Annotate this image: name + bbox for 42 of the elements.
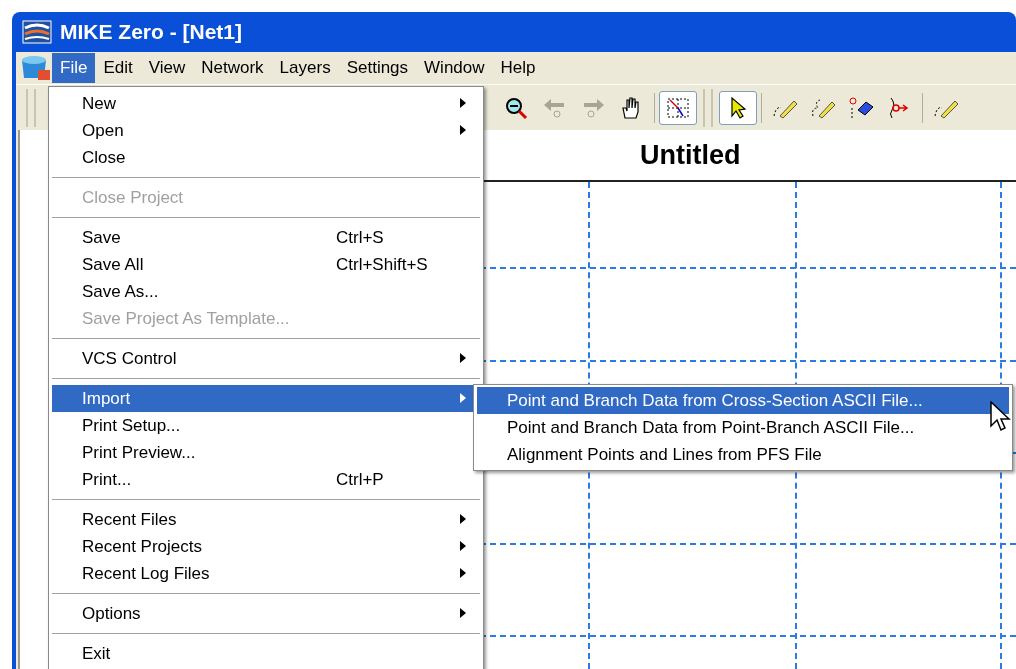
menu-item[interactable]: Edit [95,53,141,83]
menu-option[interactable]: Options [52,600,480,627]
menu-option[interactable]: New [52,90,480,117]
menu-option[interactable]: Point and Branch Data from Cross-Section ASCII File... [477,387,1009,414]
submenu-arrow-icon [460,541,466,551]
menu-item[interactable]: Window [416,53,493,83]
submenu-arrow-icon [460,568,466,578]
toolbar-grip[interactable] [26,88,36,127]
toolbar-grip[interactable] [703,88,713,127]
menu-option[interactable]: Save All Ctrl+Shift+S [52,251,480,278]
menu-option[interactable]: Save Ctrl+S [52,224,480,251]
menu-option[interactable]: Exit [52,640,480,667]
submenu-arrow-icon [460,514,466,524]
window-title: MIKE Zero - [Net1] [60,19,242,46]
shortcut-label: Ctrl+P [336,468,384,491]
shortcut-label: Ctrl+Shift+S [336,253,428,276]
menu-option[interactable]: Point and Branch Data from Point-Branch ASCII File... [477,414,1009,441]
menu-option[interactable]: Save As... [52,278,480,305]
menu-option[interactable]: Close [52,144,480,171]
menu-option[interactable]: Recent Projects [52,533,480,560]
menu-option[interactable]: Print... Ctrl+P [52,466,480,493]
menu-item[interactable]: View [140,53,194,83]
menu-option[interactable]: Recent Log Files [52,560,480,587]
menu-option[interactable]: Recent Files [52,506,480,533]
menu-option[interactable]: Open [52,117,480,144]
submenu-arrow-icon [460,353,466,363]
app-logo-icon [22,20,52,44]
canvas-title: Untitled [640,138,741,172]
submenu-arrow-icon [460,608,466,618]
pointer-icon[interactable] [719,90,757,125]
menu-item[interactable]: File [52,53,96,83]
menu-item[interactable]: Network [193,53,272,83]
submenu-arrow-icon [460,125,466,135]
menu-option[interactable]: VCS Control [52,345,480,372]
menu-item[interactable]: Layers [271,53,339,83]
menu-option[interactable]: Alignment Points and Lines from PFS File [477,441,1009,468]
menu-item[interactable]: Settings [338,53,417,83]
submenu-arrow-icon [460,98,466,108]
grid-icon[interactable] [659,90,697,125]
menu-item[interactable]: Help [492,53,544,83]
shortcut-label: Ctrl+S [336,226,384,249]
submenu-arrow-icon [460,393,466,403]
